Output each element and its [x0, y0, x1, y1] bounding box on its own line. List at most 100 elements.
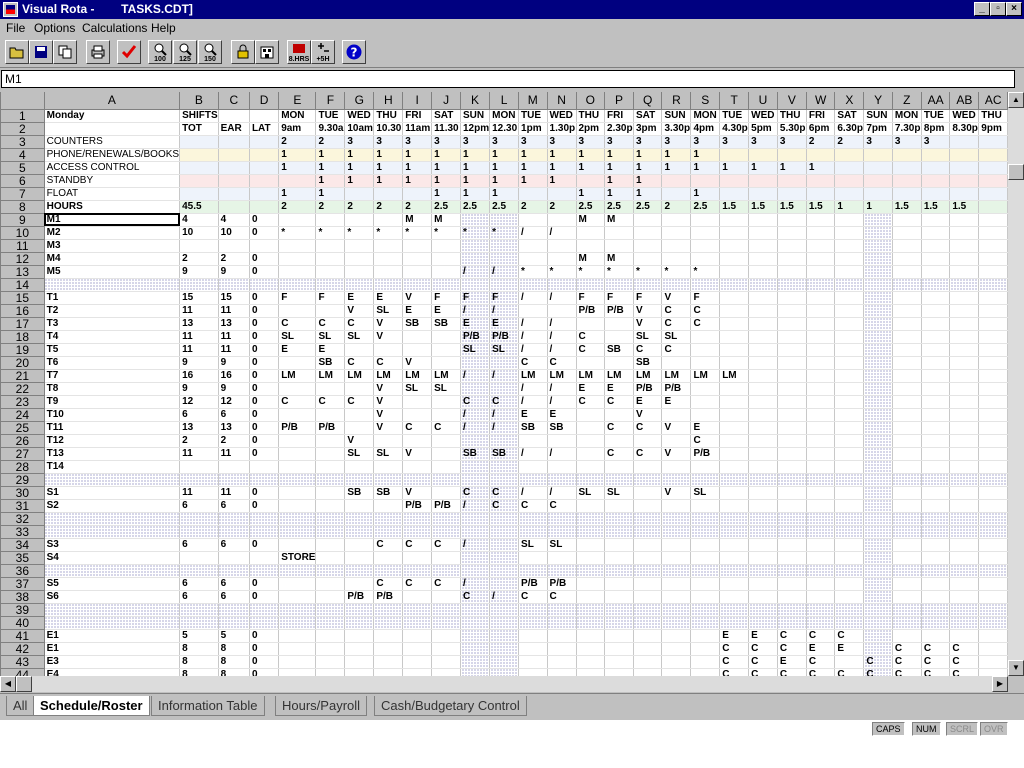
roster-cell[interactable] [719, 486, 750, 500]
roster-cell[interactable]: C [633, 421, 663, 435]
roster-cell[interactable] [576, 538, 606, 552]
roster-cell[interactable] [719, 616, 750, 630]
roster-cell[interactable] [978, 200, 1008, 214]
roster-cell[interactable] [719, 265, 750, 279]
help-button[interactable]: ? [342, 40, 366, 64]
roster-cell[interactable]: 1 [547, 161, 577, 175]
roster-cell[interactable] [777, 395, 807, 409]
roster-cell[interactable] [278, 382, 317, 396]
roster-cell[interactable]: 1 [834, 200, 865, 214]
roster-cell[interactable] [373, 239, 404, 253]
roster-cell[interactable]: C [921, 655, 951, 669]
roster-cell[interactable]: 0 [249, 291, 280, 305]
roster-cell[interactable] [661, 278, 692, 292]
row-header[interactable]: 33 [1, 525, 45, 539]
row-header[interactable]: 25 [1, 421, 45, 435]
roster-cell[interactable]: V [402, 291, 433, 305]
roster-cell[interactable] [661, 538, 692, 552]
roster-label-cell[interactable]: E4 [44, 668, 181, 676]
roster-cell[interactable] [661, 616, 692, 630]
roster-cell[interactable] [576, 421, 606, 435]
roster-cell[interactable] [834, 304, 865, 318]
roster-cell[interactable] [748, 187, 778, 201]
roster-cell[interactable] [373, 187, 404, 201]
roster-cell[interactable] [402, 343, 433, 357]
roster-cell[interactable] [518, 460, 548, 474]
roster-cell[interactable]: 1.30p [547, 122, 577, 136]
roster-cell[interactable]: 1 [278, 148, 317, 162]
roster-cell[interactable] [402, 473, 433, 487]
roster-cell[interactable] [806, 304, 836, 318]
roster-cell[interactable] [218, 460, 250, 474]
roster-cell[interactable] [373, 473, 404, 487]
roster-cell[interactable]: 3 [777, 135, 807, 149]
roster-cell[interactable] [748, 174, 778, 188]
roster-cell[interactable] [892, 239, 922, 253]
roster-cell[interactable] [806, 356, 836, 370]
roster-cell[interactable] [748, 213, 778, 227]
roster-cell[interactable]: 3 [489, 135, 520, 149]
roster-cell[interactable] [633, 538, 663, 552]
roster-cell[interactable] [748, 577, 778, 591]
roster-cell[interactable]: WED [949, 109, 980, 123]
roster-cell[interactable]: 2 [806, 135, 836, 149]
roster-cell[interactable] [949, 265, 980, 279]
roster-cell[interactable]: C [661, 317, 692, 331]
roster-cell[interactable] [777, 421, 807, 435]
roster-cell[interactable] [604, 239, 634, 253]
roster-cell[interactable] [518, 668, 548, 676]
roster-cell[interactable] [249, 551, 280, 565]
roster-cell[interactable] [834, 564, 865, 578]
roster-cell[interactable] [344, 408, 375, 422]
row-header[interactable]: 10 [1, 226, 45, 240]
roster-cell[interactable] [978, 395, 1008, 409]
column-header[interactable]: W [806, 92, 836, 110]
roster-cell[interactable] [344, 460, 375, 474]
row-header[interactable]: 42 [1, 642, 45, 656]
roster-cell[interactable] [748, 447, 778, 461]
row-header[interactable]: 11 [1, 239, 45, 253]
roster-cell[interactable] [402, 642, 433, 656]
roster-cell[interactable]: 1 [402, 148, 433, 162]
roster-cell[interactable]: 1 [460, 174, 491, 188]
roster-cell[interactable]: 4 [218, 213, 250, 227]
roster-cell[interactable]: 9.30a [315, 122, 346, 136]
roster-cell[interactable]: SL [373, 304, 404, 318]
roster-cell[interactable]: / [518, 382, 548, 396]
roster-cell[interactable]: 11.30 [431, 122, 461, 136]
roster-cell[interactable] [402, 603, 433, 617]
roster-cell[interactable] [949, 616, 980, 630]
row-header[interactable]: 12 [1, 252, 45, 266]
roster-cell[interactable]: 2.5 [633, 200, 663, 214]
roster-cell[interactable] [278, 408, 317, 422]
roster-cell[interactable] [518, 512, 548, 526]
roster-cell[interactable]: M [576, 213, 606, 227]
roster-cell[interactable] [690, 252, 721, 266]
roster-cell[interactable] [278, 642, 317, 656]
roster-cell[interactable] [431, 629, 461, 643]
roster-cell[interactable] [315, 304, 346, 318]
roster-cell[interactable]: 11 [179, 330, 219, 344]
roster-cell[interactable] [806, 278, 836, 292]
scroll-right-button[interactable]: ▶ [992, 676, 1008, 692]
roster-cell[interactable] [892, 512, 922, 526]
row-header[interactable]: 4 [1, 148, 45, 162]
roster-cell[interactable]: 0 [249, 447, 280, 461]
roster-cell[interactable] [892, 343, 922, 357]
roster-cell[interactable]: 3 [431, 135, 461, 149]
roster-cell[interactable] [806, 551, 836, 565]
roster-cell[interactable]: C [547, 499, 577, 513]
roster-cell[interactable]: / [460, 421, 491, 435]
roster-cell[interactable] [489, 473, 520, 487]
roster-cell[interactable] [863, 148, 893, 162]
roster-cell[interactable] [892, 629, 922, 643]
roster-cell[interactable]: 11 [179, 304, 219, 318]
roster-cell[interactable]: C [834, 668, 865, 676]
roster-cell[interactable]: 1.5 [806, 200, 836, 214]
roster-cell[interactable] [604, 525, 634, 539]
roster-cell[interactable]: V [344, 434, 375, 448]
roster-cell[interactable]: E [518, 408, 548, 422]
roster-cell[interactable] [719, 512, 750, 526]
roster-cell[interactable]: 1 [604, 161, 634, 175]
roster-label-cell[interactable]: M3 [44, 239, 181, 253]
